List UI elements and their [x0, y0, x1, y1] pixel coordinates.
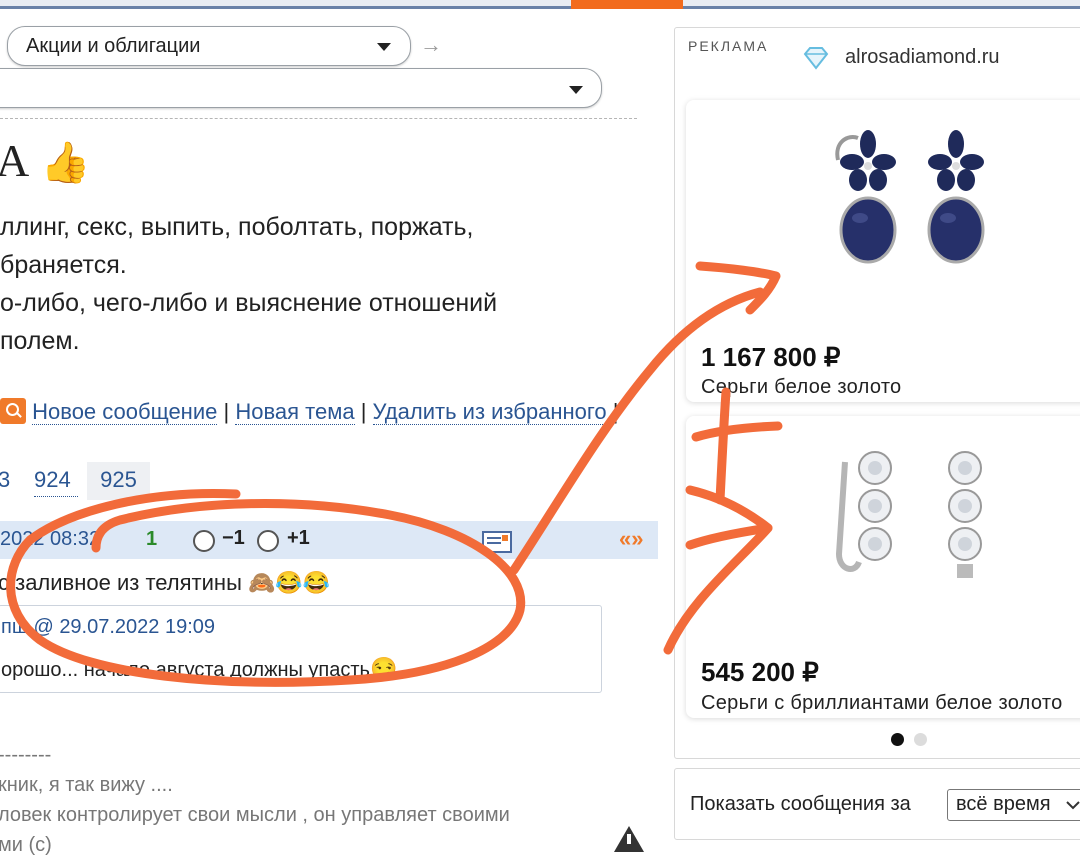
remove-favorite-link[interactable]: Удалить из избранного	[372, 399, 607, 425]
signature-line: ми (с)	[0, 834, 52, 856]
message-header: 2022 08:32 1 −1 +1 «»	[0, 521, 658, 559]
product-name[interactable]: Серьги белое золото	[701, 376, 902, 399]
product-price: 1 167 800 ₽	[701, 342, 841, 372]
page-link[interactable]: 3	[0, 462, 18, 500]
carousel-dot[interactable]	[914, 733, 927, 746]
signature: -------- кник, я так вижу .... ловек кон…	[0, 740, 510, 860]
signature-divider: --------	[0, 744, 52, 766]
divider	[0, 118, 637, 119]
top-nav-line	[0, 6, 1080, 9]
filter-label: Показать сообщения за	[690, 793, 911, 815]
vote-minus-label: −1	[222, 527, 245, 549]
ad-domain[interactable]: alrosadiamond.ru	[845, 46, 1000, 69]
message-rating: 1	[146, 528, 158, 550]
ad-product-card[interactable]: 545 200 ₽ Серьги с бриллиантами белое зо…	[686, 416, 1080, 718]
active-tab-indicator[interactable]	[571, 0, 683, 9]
period-select-value: всё время	[956, 793, 1051, 815]
separator: |	[612, 399, 619, 424]
separator: |	[360, 399, 367, 424]
carousel-dot-active[interactable]	[891, 733, 904, 746]
earrings-image	[835, 130, 985, 264]
quote-at: @	[33, 616, 54, 638]
action-links: Новое сообщение | Новая тема | Удалить и…	[0, 398, 619, 426]
page-title-text: А	[0, 135, 30, 186]
message-period-filter: Показать сообщения за всё время	[674, 768, 1080, 840]
quote-header: пш @ 29.07.2022 19:09	[1, 616, 215, 639]
product-price: 545 200 ₽	[701, 657, 819, 687]
top-nav-bar	[0, 0, 1080, 9]
new-message-link[interactable]: Новое сообщение	[32, 399, 218, 425]
period-select[interactable]: всё время	[947, 789, 1080, 821]
ad-panel: РЕКЛАМА alrosadiamond.ru 1 167 800 ₽ Сер…	[674, 27, 1080, 759]
new-topic-link[interactable]: Новая тема	[235, 399, 355, 425]
ad-label: РЕКЛАМА	[688, 38, 769, 54]
signature-line: ловек контролирует свои мысли , он управ…	[0, 804, 510, 826]
earrings-image	[835, 451, 982, 578]
rules-line: ллинг, секс, выпить, поболтать, поржать,	[0, 213, 474, 241]
product-name[interactable]: Серьги с бриллиантами белое золото	[701, 692, 1063, 715]
rules-line: браняется.	[0, 251, 127, 279]
smirk-emoji: 😏	[369, 656, 398, 681]
chevron-down-icon	[569, 86, 583, 94]
quote-date[interactable]: 29.07.2022 19:09	[59, 616, 215, 638]
quote-text: орошо... начало августа должны упасть	[1, 659, 370, 681]
message-quote: пш @ 29.07.2022 19:09 орошо... начало ав…	[0, 605, 602, 693]
report-warning-icon[interactable]	[614, 826, 644, 852]
category-select[interactable]: Акции и облигации	[7, 26, 411, 66]
vote-minus-radio[interactable]	[193, 530, 215, 552]
ad-product-card[interactable]: 1 167 800 ₽ Серьги белое золото	[686, 100, 1080, 402]
separator: |	[223, 399, 230, 424]
page-title: А 👍	[0, 136, 91, 188]
vote-plus-label: +1	[287, 527, 310, 549]
arrow-right-icon[interactable]: →	[420, 32, 442, 58]
quote-body: орошо... начало августа должны упасть😏	[1, 656, 397, 682]
rules-line: полем.	[0, 327, 80, 355]
page-link[interactable]: 924	[34, 462, 78, 497]
message-datetime[interactable]: 2022 08:32	[0, 528, 100, 551]
page-current: 925	[87, 462, 150, 500]
private-message-icon[interactable]	[482, 531, 512, 553]
quote-author[interactable]: пш	[1, 616, 28, 638]
chevron-down-icon	[1066, 801, 1080, 810]
message-body: с заливное из телятины 🙈😂😂	[0, 567, 330, 599]
rules-line: о-либо, чего-либо и выяснение отношений	[0, 289, 498, 317]
signature-line: кник, я так вижу ....	[0, 774, 173, 796]
category-select-value: Акции и облигации	[26, 35, 201, 57]
message-emojis: 🙈😂😂	[248, 570, 331, 595]
search-icon[interactable]	[0, 398, 26, 424]
chevron-down-icon	[377, 43, 391, 51]
quote-reply-icon[interactable]: «»	[619, 526, 643, 552]
vote-plus-radio[interactable]	[257, 530, 279, 552]
diamond-logo-icon	[803, 47, 829, 70]
message-text: с заливное из телятины	[0, 570, 242, 595]
thumbs-up-icon: 👍	[40, 140, 91, 185]
topic-select[interactable]	[0, 68, 602, 108]
forum-rules: ллинг, секс, выпить, поболтать, поржать,…	[0, 208, 497, 360]
